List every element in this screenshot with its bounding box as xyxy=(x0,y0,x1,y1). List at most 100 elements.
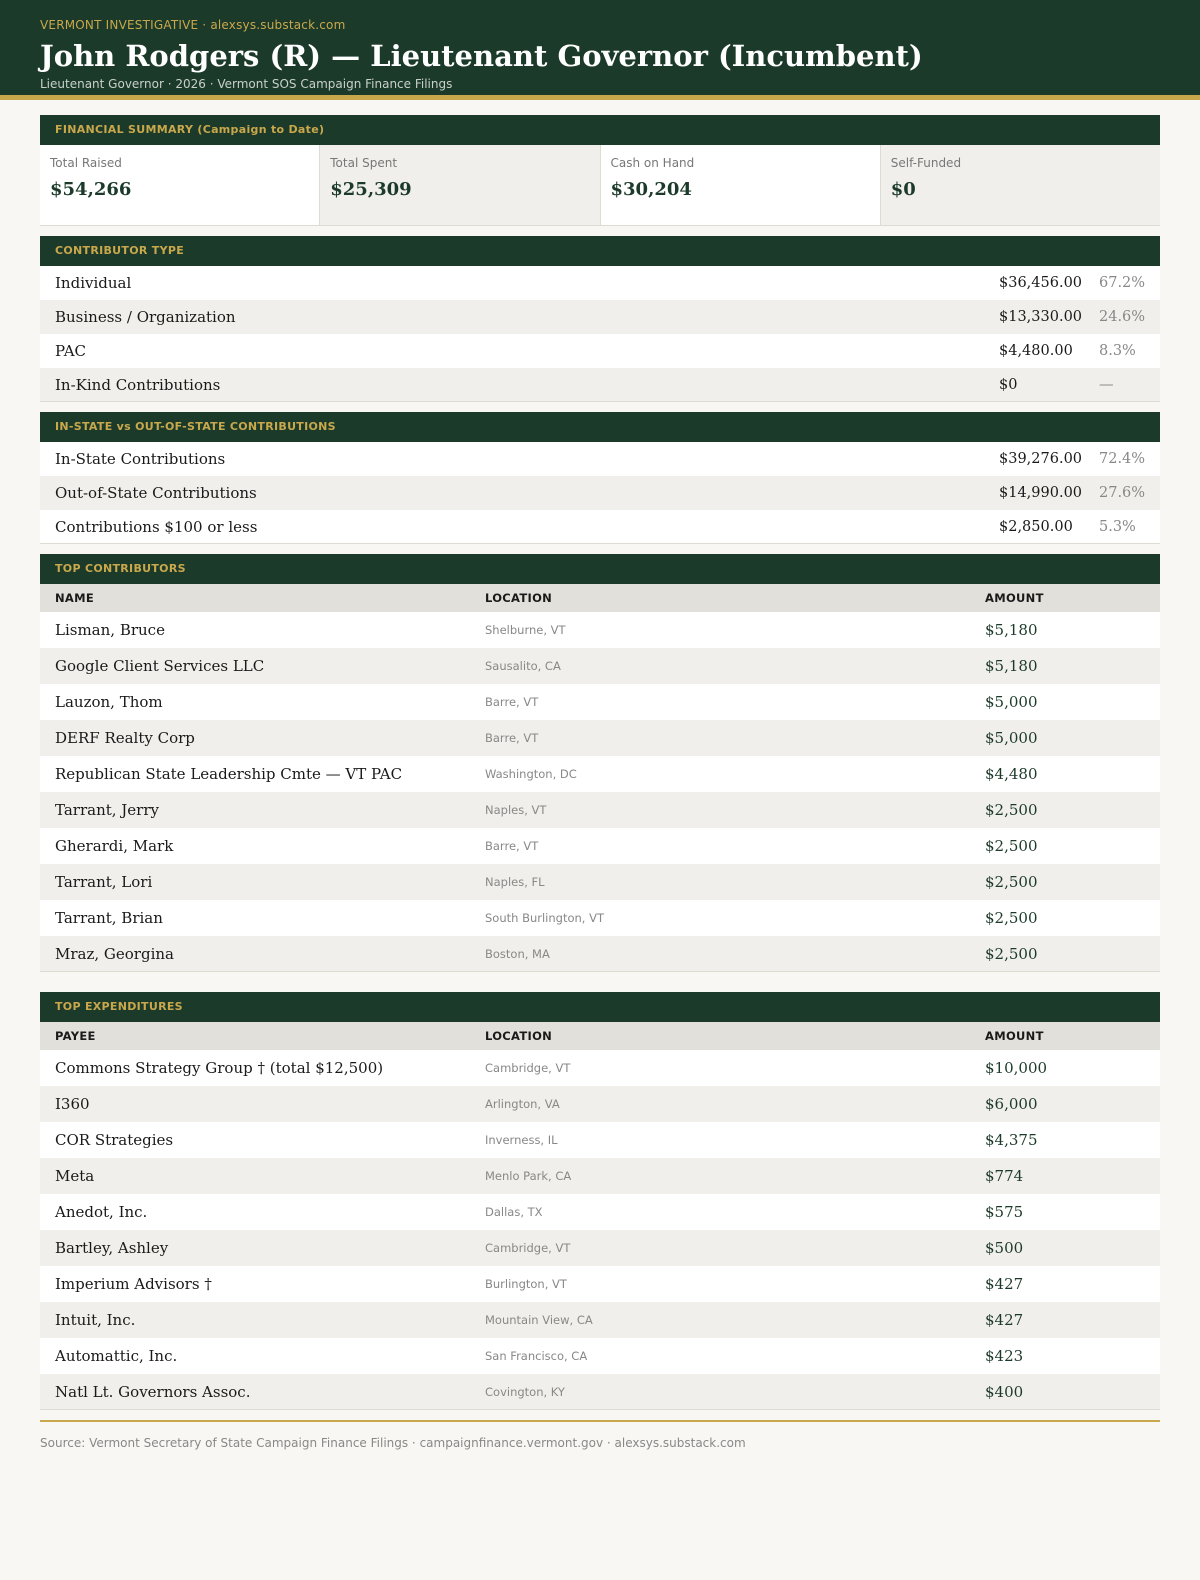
row-label: Business / Organization xyxy=(55,307,236,326)
contributor-amount: $4,480 xyxy=(985,765,1038,783)
total-raised-card: Total Raised $54,266 xyxy=(40,145,321,225)
payee-amount: $10,000 xyxy=(985,1059,1048,1077)
contributor-location: Barre, VT xyxy=(485,839,539,853)
row-percent: 27.6% xyxy=(1099,484,1146,501)
contributor-type-row: Business / Organization $13,330.00 24.6% xyxy=(40,300,1160,334)
table-row: Tarrant, Brian South Burlington, VT $2,500 xyxy=(40,900,1160,936)
row-label: In-Kind Contributions xyxy=(55,375,221,394)
column-header-amount: AMOUNT xyxy=(985,591,1044,605)
contributor-amount: $2,500 xyxy=(985,801,1038,819)
top-expenditures-section: TOP EXPENDITURES PAYEE LOCATION AMOUNT C… xyxy=(40,992,1160,1410)
payee-name: Commons Strategy Group † (total $12,500) xyxy=(55,1059,384,1077)
top-contributors-heading: TOP CONTRIBUTORS xyxy=(40,554,1160,584)
contributor-name: Gherardi, Mark xyxy=(55,837,174,855)
table-row: DERF Realty Corp Barre, VT $5,000 xyxy=(40,720,1160,756)
total-raised-value: $54,266 xyxy=(50,179,132,200)
payee-location: Mountain View, CA xyxy=(485,1313,593,1327)
summary-cards: Total Raised $54,266 Total Spent $25,309… xyxy=(40,145,1160,226)
in-out-state-row: In-State Contributions $39,276.00 72.4% xyxy=(40,442,1160,476)
payee-name: COR Strategies xyxy=(55,1131,174,1149)
payee-name: Automattic, Inc. xyxy=(55,1347,178,1365)
contributor-amount: $2,500 xyxy=(985,873,1038,891)
column-header-amount: AMOUNT xyxy=(985,1029,1044,1043)
row-percent: 5.3% xyxy=(1099,518,1136,535)
contributor-type-row: PAC $4,480.00 8.3% xyxy=(40,334,1160,368)
table-row: Intuit, Inc. Mountain View, CA $427 xyxy=(40,1302,1160,1338)
contributor-name: Tarrant, Lori xyxy=(55,873,153,891)
row-amount: $13,330.00 xyxy=(999,308,1083,325)
column-header-location: LOCATION xyxy=(485,591,553,605)
contributor-amount: $5,180 xyxy=(985,621,1038,639)
payee-name: Anedot, Inc. xyxy=(55,1203,148,1221)
table-row: Gherardi, Mark Barre, VT $2,500 xyxy=(40,828,1160,864)
payee-amount: $4,375 xyxy=(985,1131,1038,1149)
payee-amount: $427 xyxy=(985,1275,1024,1293)
contributor-amount: $5,180 xyxy=(985,657,1038,675)
publication-kicker: VERMONT INVESTIGATIVE · alexsys.substack… xyxy=(40,18,346,32)
contributor-type-row: In-Kind Contributions $0 — xyxy=(40,368,1160,402)
contributor-location: South Burlington, VT xyxy=(485,911,604,925)
cash-on-hand-value: $30,204 xyxy=(610,179,692,200)
table-row: Meta Menlo Park, CA $774 xyxy=(40,1158,1160,1194)
in-out-state-row: Contributions $100 or less $2,850.00 5.3… xyxy=(40,510,1160,544)
contributor-location: Barre, VT xyxy=(485,695,539,709)
row-label: In-State Contributions xyxy=(55,449,226,468)
table-row: Lauzon, Thom Barre, VT $5,000 xyxy=(40,684,1160,720)
contributor-name: DERF Realty Corp xyxy=(55,729,195,747)
contributor-type-heading: CONTRIBUTOR TYPE xyxy=(40,236,1160,266)
row-percent: 24.6% xyxy=(1099,308,1146,325)
table-row: Republican State Leadership Cmte — VT PA… xyxy=(40,756,1160,792)
payee-amount: $427 xyxy=(985,1311,1024,1329)
contributor-name: Tarrant, Jerry xyxy=(55,801,159,819)
contributor-location: Shelburne, VT xyxy=(485,623,566,637)
table-row: Lisman, Bruce Shelburne, VT $5,180 xyxy=(40,612,1160,648)
contributor-name: Lauzon, Thom xyxy=(55,693,163,711)
contributor-name: Google Client Services LLC xyxy=(55,657,265,675)
row-label: Out-of-State Contributions xyxy=(55,483,257,502)
self-funded-label: Self-Funded xyxy=(890,156,962,170)
column-header-location: LOCATION xyxy=(485,1029,553,1043)
column-header-name: NAME xyxy=(55,591,95,605)
payee-location: Covington, KY xyxy=(485,1384,565,1399)
row-label: Contributions $100 or less xyxy=(55,517,258,536)
in-out-state-section: IN-STATE vs OUT-OF-STATE CONTRIBUTIONS I… xyxy=(40,412,1160,544)
payee-amount: $6,000 xyxy=(985,1095,1038,1113)
payee-name: Bartley, Ashley xyxy=(55,1239,169,1257)
row-percent: 72.4% xyxy=(1099,450,1146,467)
row-label: PAC xyxy=(55,341,87,360)
cash-on-hand-card: Cash on Hand $30,204 xyxy=(601,145,881,225)
payee-location: Cambridge, VT xyxy=(485,1061,571,1075)
payee-name: I360 xyxy=(55,1095,90,1113)
payee-location: Inverness, IL xyxy=(485,1133,558,1147)
financial-summary-heading: FINANCIAL SUMMARY (Campaign to Date) xyxy=(40,115,1160,145)
total-spent-label: Total Spent xyxy=(330,156,398,170)
row-amount: $14,990.00 xyxy=(999,484,1083,501)
financial-summary-section: FINANCIAL SUMMARY (Campaign to Date) Tot… xyxy=(40,115,1160,226)
total-spent-card: Total Spent $25,309 xyxy=(320,145,601,225)
contributor-location: Naples, VT xyxy=(485,803,547,817)
row-amount: $4,480.00 xyxy=(999,342,1073,359)
contributor-name: Tarrant, Brian xyxy=(55,909,163,927)
payee-amount: $400 xyxy=(985,1382,1024,1401)
row-percent: 67.2% xyxy=(1099,274,1146,291)
table-row: Anedot, Inc. Dallas, TX $575 xyxy=(40,1194,1160,1230)
main-content: FINANCIAL SUMMARY (Campaign to Date) Tot… xyxy=(0,100,1200,1410)
contributor-location: Washington, DC xyxy=(485,767,577,781)
payee-location: San Francisco, CA xyxy=(485,1349,588,1363)
in-out-state-row: Out-of-State Contributions $14,990.00 27… xyxy=(40,476,1160,510)
payee-name: Natl Lt. Governors Assoc. xyxy=(55,1382,251,1401)
payee-amount: $423 xyxy=(985,1347,1024,1365)
row-amount: $2,850.00 xyxy=(999,518,1073,535)
top-expenditures-heading: TOP EXPENDITURES xyxy=(40,992,1160,1022)
row-amount: $36,456.00 xyxy=(999,274,1083,291)
row-label: Individual xyxy=(55,273,132,292)
table-row: Natl Lt. Governors Assoc. Covington, KY $4… xyxy=(40,1374,1160,1410)
payee-location: Burlington, VT xyxy=(485,1277,567,1291)
contributor-type-section: CONTRIBUTOR TYPE Individual $36,456.00 6… xyxy=(40,236,1160,402)
row-percent: 8.3% xyxy=(1099,342,1136,359)
payee-location: Cambridge, VT xyxy=(485,1241,571,1255)
contributor-location: Boston, MA xyxy=(485,946,550,961)
top-contributors-section: TOP CONTRIBUTORS NAME LOCATION AMOUNT Li… xyxy=(40,554,1160,972)
total-raised-label: Total Raised xyxy=(50,156,122,170)
